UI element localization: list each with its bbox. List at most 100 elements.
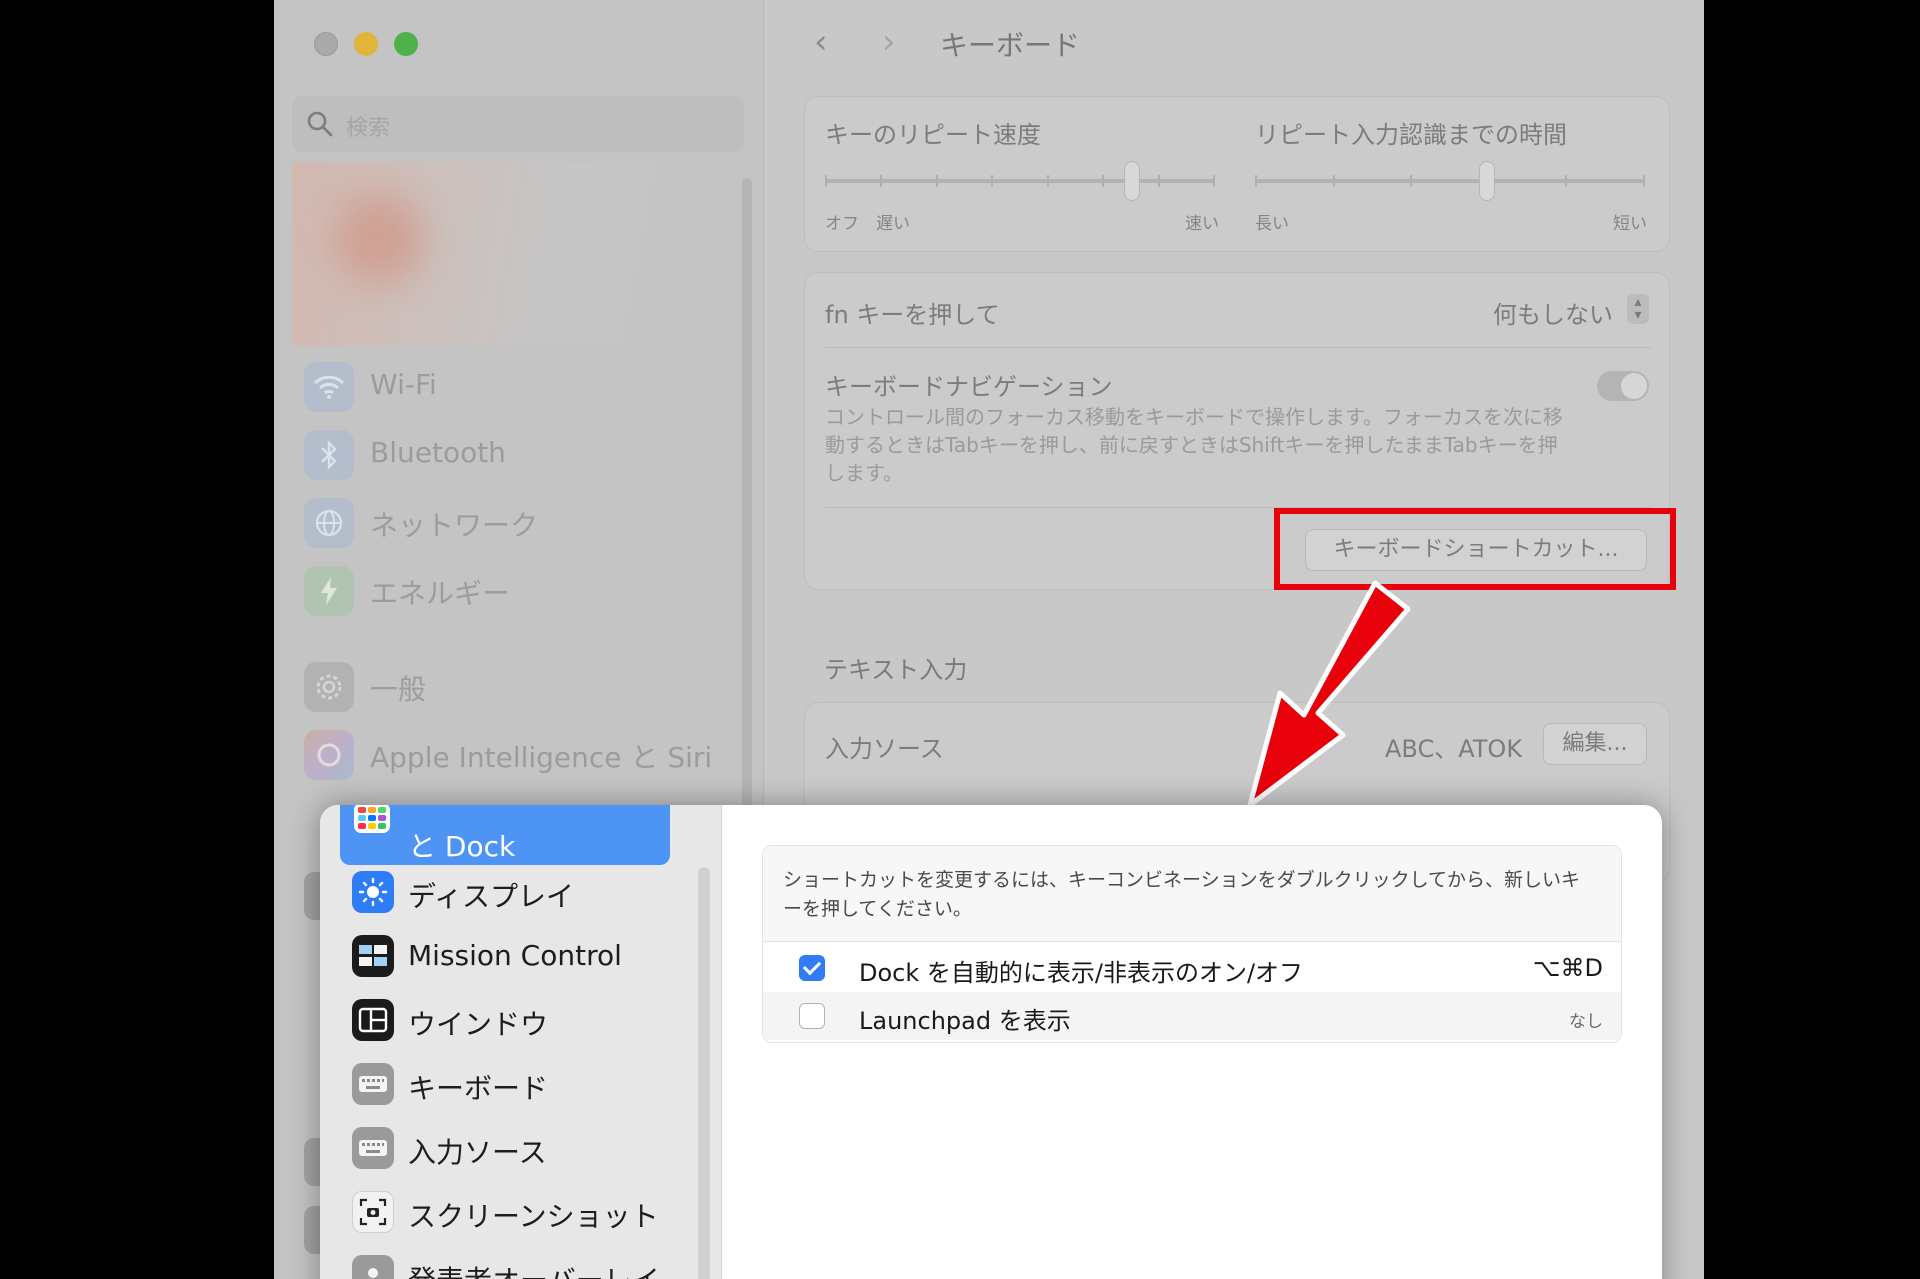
keyboard-navigation-label: キーボードナビゲーション [825, 373, 1113, 401]
shortcuts-instructions: ショートカットを変更するには、キーコンビネーションをダブルクリックしてから、新し… [783, 869, 1581, 920]
mission-control-icon [352, 935, 394, 977]
shortcuts-category-label: と Dock [408, 830, 516, 863]
slider-tick [1255, 175, 1257, 187]
shortcut-row[interactable]: Launchpad を表示 なし [763, 992, 1621, 1040]
shortcut-checkbox[interactable] [799, 955, 825, 981]
slider-tick [1157, 175, 1160, 187]
screenshot-stage: 検索 Wi-Fi Bluetooth ネットワーク エネルギー 一般 Apple… [0, 0, 1920, 1279]
repeat-delay-min-label: 長い [1255, 214, 1289, 234]
sidebar-item-label: Wi-Fi [370, 368, 437, 401]
slider-tick [825, 175, 827, 187]
screenshot-icon [352, 1191, 394, 1233]
chevron-up-down-icon: ▴ ▾ [1627, 294, 1649, 324]
fn-key-value: 何もしない [1493, 301, 1613, 329]
key-repeat-slider[interactable] [825, 159, 1215, 203]
shortcuts-category-label: ウインドウ [408, 1008, 549, 1041]
text-input-heading: テキスト入力 [824, 656, 968, 684]
repeat-delay-slider[interactable] [1255, 159, 1645, 203]
slider-tick [1102, 175, 1105, 187]
sidebar-item-label: Apple Intelligence と Siri [370, 741, 713, 774]
keyboard-navigation-description: コントロール間のフォーカス移動をキーボードで操作します。フォーカスを次に移動する… [825, 405, 1563, 485]
sidebar-scrollbar[interactable] [742, 178, 752, 818]
shortcuts-category-label: キーボード [408, 1072, 549, 1105]
sidebar-item-bluetooth[interactable]: Bluetooth [304, 426, 734, 482]
back-button[interactable]: ‹ [814, 22, 828, 62]
shortcuts-category-screenshots[interactable]: スクリーンショット [352, 1187, 682, 1237]
siri-icon [304, 730, 354, 780]
slider-tick [991, 175, 994, 187]
avatar [334, 194, 424, 284]
apple-account-card[interactable] [292, 162, 732, 346]
display-icon [352, 871, 394, 913]
edit-input-sources-button[interactable]: 編集... [1543, 723, 1647, 765]
shortcuts-list: ショートカットを変更するには、キーコンビネーションをダブルクリックしてから、新し… [762, 845, 1622, 1043]
desktop-dock-icon [354, 805, 390, 833]
shortcuts-category-label: Mission Control [408, 939, 622, 972]
shortcuts-category-label: 入力ソース [408, 1136, 547, 1169]
shortcuts-category-desktop-dock[interactable]: と Dock [340, 805, 670, 865]
shortcuts-category-presenter-overlay[interactable]: 発表者オーバーレイ [352, 1251, 682, 1279]
shortcuts-sidebar: と Dock ディスプレイ Mission Control ウインドウ キーボー… [320, 805, 722, 1279]
search-icon [307, 111, 333, 137]
sidebar-item-apple-intelligence[interactable]: Apple Intelligence と Siri [304, 726, 734, 782]
close-window-button[interactable] [314, 32, 338, 56]
sidebar-item-network[interactable]: ネットワーク [304, 494, 734, 550]
sidebar-item-wifi[interactable]: Wi-Fi [304, 358, 734, 414]
slider-tick [1410, 175, 1413, 187]
shortcuts-category-input-sources[interactable]: 入力ソース [352, 1123, 682, 1173]
slider-tick [880, 175, 883, 187]
slider-tick [935, 175, 938, 187]
bolt-icon [304, 566, 354, 616]
fn-key-label: fn キーを押して [825, 301, 1000, 329]
sidebar-item-label: 一般 [370, 673, 427, 706]
shortcut-keys[interactable]: ⌥⌘D [1533, 954, 1603, 982]
annotation-arrow [1247, 580, 1410, 808]
bluetooth-icon [304, 430, 354, 480]
slider-tick [1643, 175, 1645, 187]
shortcuts-category-mission-control[interactable]: Mission Control [352, 931, 682, 981]
sidebar-item-label: Bluetooth [370, 436, 506, 469]
keyboard-shortcuts-sheet: と Dock ディスプレイ Mission Control ウインドウ キーボー… [320, 805, 1662, 1279]
shortcut-checkbox[interactable] [799, 1003, 825, 1029]
keyboard-navigation-toggle[interactable] [1597, 371, 1649, 401]
key-repeat-label: キーのリピート速度 [825, 121, 1041, 149]
repeat-delay-max-label: 短い [1613, 214, 1647, 234]
slider-tick [1213, 175, 1215, 187]
slider-tick [1565, 175, 1568, 187]
slider-knob[interactable] [1479, 161, 1496, 201]
page-title: キーボード [940, 29, 1081, 62]
shortcuts-category-label: スクリーンショット [408, 1200, 659, 1233]
shortcut-name: Dock を自動的に表示/非表示のオン/オフ [859, 959, 1304, 987]
zoom-window-button[interactable] [394, 32, 418, 56]
presenter-overlay-icon [352, 1255, 394, 1279]
key-repeat-max-label: 速い [1185, 214, 1219, 234]
input-sources-icon [352, 1127, 394, 1169]
globe-icon [304, 498, 354, 548]
slider-knob[interactable] [1124, 161, 1141, 201]
key-repeat-card: キーのリピート速度 リピート入力認識までの時間 オフ 遅い 速い 長い 短い [804, 96, 1670, 252]
shortcuts-category-windows[interactable]: ウインドウ [352, 995, 682, 1045]
sidebar-item-label: エネルギー [370, 577, 511, 610]
shortcuts-category-keyboard[interactable]: キーボード [352, 1059, 682, 1109]
shortcuts-sidebar-scrollbar[interactable] [698, 867, 710, 1279]
toggle-knob [1621, 373, 1647, 399]
shortcuts-category-label: 発表者オーバーレイ [408, 1259, 660, 1279]
sidebar-item-general[interactable]: 一般 [304, 658, 734, 714]
key-repeat-min-label: オフ 遅い [825, 214, 910, 234]
keyboard-icon [352, 1063, 394, 1105]
input-sources-label: 入力ソース [825, 735, 944, 763]
shortcuts-category-display[interactable]: ディスプレイ [352, 867, 682, 917]
minimize-window-button[interactable] [354, 32, 378, 56]
wifi-icon [304, 362, 354, 412]
shortcut-name: Launchpad を表示 [859, 1007, 1071, 1035]
search-field[interactable]: 検索 [292, 96, 744, 152]
search-placeholder: 検索 [346, 116, 391, 141]
sidebar-item-energy[interactable]: エネルギー [304, 562, 734, 618]
shortcut-keys[interactable]: なし [1569, 1007, 1603, 1032]
gear-icon [304, 662, 354, 712]
shortcut-row[interactable]: Dock を自動的に表示/非表示のオン/オフ ⌥⌘D [763, 944, 1621, 992]
sidebar-item-label: ネットワーク [370, 509, 539, 542]
repeat-delay-label: リピート入力認識までの時間 [1255, 121, 1567, 149]
fn-key-popup[interactable]: 何もしない ▴ ▾ [1469, 289, 1649, 329]
forward-button[interactable]: › [882, 22, 896, 62]
